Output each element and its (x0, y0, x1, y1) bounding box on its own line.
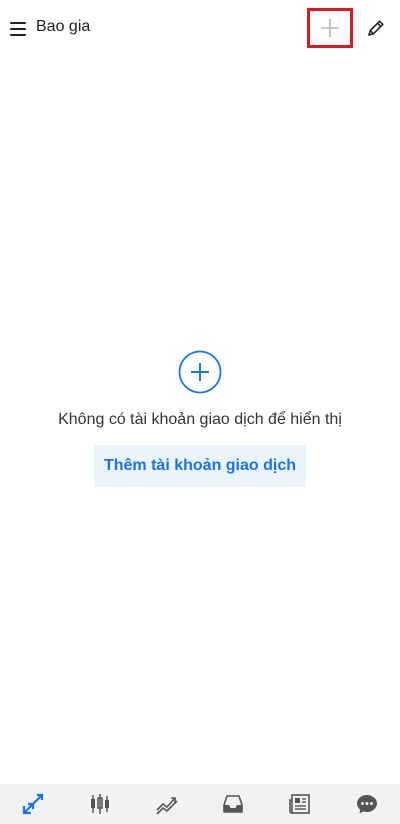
inbox-tray-icon (223, 795, 244, 813)
tab-quotes[interactable] (13, 784, 53, 824)
add-trading-account-button[interactable]: Thêm tài khoản giao dịch (94, 445, 306, 487)
add-button[interactable] (307, 8, 353, 48)
tab-trade[interactable] (147, 784, 187, 824)
hamburger-menu-icon[interactable] (6, 15, 30, 43)
candlestick-chart-icon (90, 794, 109, 814)
empty-state: Không có tài khoản giao dịch để hiển thị… (0, 350, 400, 487)
bottom-navigation (0, 784, 400, 824)
newspaper-icon (289, 794, 310, 814)
quotes-arrows-icon (23, 793, 44, 815)
page-title: Bao gia (36, 18, 91, 35)
plus-icon (321, 19, 339, 37)
empty-message: Không có tài khoản giao dịch để hiển thị (58, 411, 342, 428)
top-app-bar: Bao gia (0, 0, 400, 58)
tab-chart[interactable] (80, 784, 120, 824)
chat-bubble-icon (356, 795, 377, 814)
tab-news[interactable] (280, 784, 320, 824)
circle-plus-icon[interactable] (178, 350, 222, 394)
trend-lines-icon (156, 797, 178, 815)
tab-history[interactable] (213, 784, 253, 824)
tab-messages[interactable] (347, 784, 387, 824)
pencil-icon[interactable] (366, 18, 386, 38)
